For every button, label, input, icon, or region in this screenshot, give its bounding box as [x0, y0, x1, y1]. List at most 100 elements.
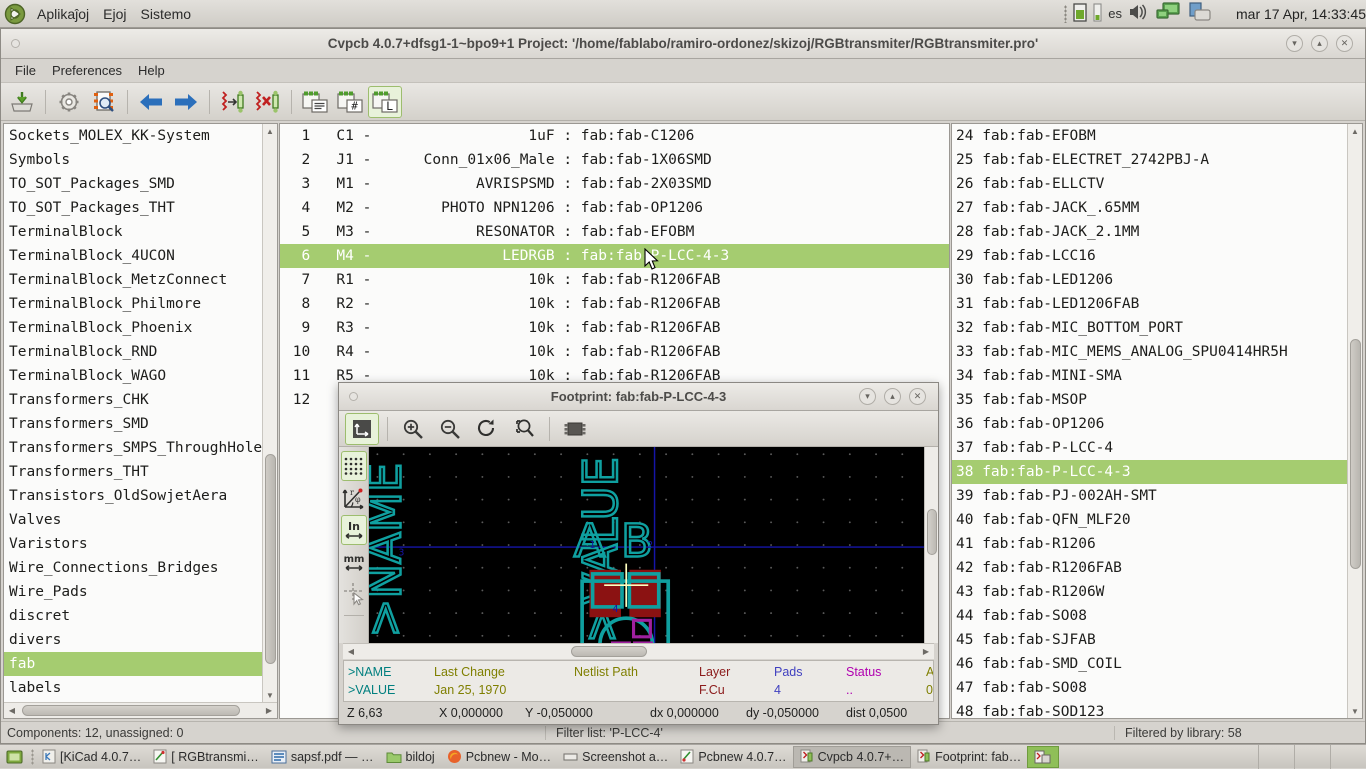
scroll-down-arrow[interactable]: ▼ — [1348, 704, 1363, 718]
close-button[interactable]: ✕ — [1336, 35, 1353, 52]
library-list-item[interactable]: Symbols — [4, 148, 277, 172]
taskbar-item-highlighted[interactable] — [1027, 746, 1059, 768]
component-list-item[interactable]: 3 M1 - AVRISPSMD : fab:fab-2X03SMD — [280, 172, 949, 196]
component-list-item[interactable]: 6 M4 - LEDRGB : fab:fab-P-LCC-4-3 — [280, 244, 949, 268]
library-list-item[interactable]: Wire_Pads — [4, 580, 277, 604]
library-list-item[interactable]: TO_SOT_Packages_THT — [4, 196, 277, 220]
scroll-right-arrow[interactable]: ▶ — [261, 706, 277, 715]
show-desktop-button[interactable] — [0, 746, 29, 768]
taskbar-item-pcbnew[interactable]: Pcbnew 4.0.7… — [674, 746, 792, 768]
taskbar-item-sapsf-pdf[interactable]: sapsf.pdf — … — [265, 746, 380, 768]
library-list-item[interactable]: TerminalBlock_MetzConnect — [4, 268, 277, 292]
library-list-item[interactable]: labels — [4, 676, 277, 700]
filter-by-pincount-button[interactable]: # — [333, 86, 367, 118]
fit-to-page-button[interactable] — [345, 413, 379, 445]
library-list-item[interactable]: Varistors — [4, 532, 277, 556]
footprint-list-item[interactable]: 28 fab:fab-JACK_2.1MM — [952, 220, 1362, 244]
scroll-down-arrow[interactable]: ▼ — [263, 688, 278, 702]
footprint-list-item[interactable]: 40 fab:fab-QFN_MLF20 — [952, 508, 1362, 532]
delete-associations-button[interactable] — [251, 86, 285, 118]
footprint-list-item[interactable]: 33 fab:fab-MIC_MEMS_ANALOG_SPU0414HR5H — [952, 340, 1362, 364]
footprint-list-item[interactable]: 27 fab:fab-JACK_.65MM — [952, 196, 1362, 220]
component-list-item[interactable]: 1 C1 - 1uF : fab:fab-C1206 — [280, 124, 949, 148]
library-list-item[interactable]: discret — [4, 604, 277, 628]
toggle-grid-button[interactable] — [341, 451, 367, 481]
library-list-item[interactable]: TerminalBlock_4UCON — [4, 244, 277, 268]
footprint-list-item[interactable]: 24 fab:fab-EFOBM — [952, 124, 1362, 148]
volume-icon[interactable] — [1128, 3, 1150, 24]
taskbar-item-cvpcb[interactable]: Cvpcb 4.0.7+… — [793, 746, 912, 768]
library-list-item[interactable]: TO_SOT_Packages_SMD — [4, 172, 277, 196]
dialog-minimize-button[interactable]: ▾ — [859, 388, 876, 405]
footprint-list-item[interactable]: 43 fab:fab-R1206W — [952, 580, 1362, 604]
footprint-list-item[interactable]: 37 fab:fab-P-LCC-4 — [952, 436, 1362, 460]
units-inch-button[interactable]: In — [341, 515, 367, 545]
library-list-item[interactable]: TerminalBlock_WAGO — [4, 364, 277, 388]
zoom-to-selection-button[interactable] — [507, 413, 541, 445]
taskbar-item-kicad[interactable]: [KiCad 4.0.7… — [36, 746, 147, 768]
network-icon[interactable] — [1156, 2, 1182, 25]
keyboard-layout-indicator[interactable]: es — [1108, 6, 1122, 21]
canvas-scroll-right-arrow[interactable]: ▶ — [918, 647, 934, 656]
save-netlist-button[interactable] — [5, 86, 39, 118]
footprint-list-item[interactable]: 45 fab:fab-SJFAB — [952, 628, 1362, 652]
footprint-list-item[interactable]: 46 fab:fab-SMD_COIL — [952, 652, 1362, 676]
library-list-item[interactable]: fab — [4, 652, 277, 676]
footprint-list-item[interactable]: 36 fab:fab-OP1206 — [952, 412, 1362, 436]
footprint-list-vscrollbar[interactable]: ▲ ▼ — [1347, 124, 1362, 718]
footprint-list-item[interactable]: 26 fab:fab-ELLCTV — [952, 172, 1362, 196]
battery-icon[interactable] — [1073, 2, 1087, 25]
dialog-menu-dot[interactable] — [349, 392, 358, 401]
polar-coords-button[interactable]: r φ — [341, 483, 367, 513]
footprint-list-item[interactable]: 48 fab:fab-SOD123 — [952, 700, 1362, 718]
taskbar-item-screenshot[interactable]: Screenshot a… — [557, 746, 674, 768]
configure-paths-button[interactable] — [52, 86, 86, 118]
library-list-item[interactable]: Transformers_SMPS_ThroughHole — [4, 436, 277, 460]
scroll-up-arrow[interactable]: ▲ — [263, 124, 278, 138]
footprint-list-item[interactable]: 34 fab:fab-MINI-SMA — [952, 364, 1362, 388]
library-list-item[interactable]: divers — [4, 628, 277, 652]
footprint-list-item[interactable]: 31 fab:fab-LED1206FAB — [952, 292, 1362, 316]
library-list-item[interactable]: Wire_Connections_Bridges — [4, 556, 277, 580]
footprint-canvas[interactable]: >NAME >VALUE — [369, 447, 938, 643]
library-list-item[interactable]: Sockets_MOLEX_KK-System — [4, 124, 277, 148]
component-list-item[interactable]: 7 R1 - 10k : fab:fab-R1206FAB — [280, 268, 949, 292]
footprint-scroll-thumb[interactable] — [1350, 339, 1361, 569]
battery-secondary-icon[interactable] — [1093, 2, 1102, 25]
scroll-up-arrow[interactable]: ▲ — [1348, 124, 1363, 138]
library-list-vscrollbar[interactable]: ▲ ▼ — [262, 124, 277, 702]
component-list-item[interactable]: 2 J1 - Conn_01x06_Male : fab:fab-1X06SMD — [280, 148, 949, 172]
library-list-item[interactable]: TerminalBlock_RND — [4, 340, 277, 364]
zoom-out-button[interactable] — [433, 413, 467, 445]
footprint-list-item[interactable]: 25 fab:fab-ELECTRET_2742PBJ-A — [952, 148, 1362, 172]
printer-icon[interactable] — [1188, 2, 1212, 25]
dialog-close-button[interactable]: ✕ — [909, 388, 926, 405]
footprint-list-item[interactable]: 38 fab:fab-P-LCC-4-3 — [952, 460, 1362, 484]
show-pads-button[interactable] — [558, 413, 592, 445]
panel-menu-applications[interactable]: Aplikaĵoj — [30, 0, 96, 28]
menu-file[interactable]: File — [7, 61, 44, 80]
library-list-item[interactable]: Transformers_CHK — [4, 388, 277, 412]
taskbar-workspace-3[interactable] — [1330, 745, 1366, 769]
clock[interactable]: mar 17 Apr, 14:33:45 — [1222, 6, 1366, 22]
footprint-list-item[interactable]: 47 fab:fab-SO08 — [952, 676, 1362, 700]
units-mm-button[interactable]: mm — [341, 547, 367, 577]
filter-by-keyword-button[interactable] — [298, 86, 332, 118]
redraw-button[interactable] — [470, 413, 504, 445]
component-list-item[interactable]: 4 M2 - PHOTO NPN1206 : fab:fab-OP1206 — [280, 196, 949, 220]
library-list-item[interactable]: Transformers_SMD — [4, 412, 277, 436]
menu-help[interactable]: Help — [130, 61, 173, 80]
window-menu-dot[interactable] — [11, 39, 20, 48]
zoom-in-button[interactable] — [396, 413, 430, 445]
footprint-list-item[interactable]: 32 fab:fab-MIC_BOTTOM_PORT — [952, 316, 1362, 340]
canvas-vscroll-thumb[interactable] — [927, 509, 937, 555]
library-list-hscrollbar[interactable]: ◀ ▶ — [4, 702, 277, 718]
taskbar-workspace-1[interactable] — [1258, 745, 1294, 769]
canvas-scroll-left-arrow[interactable]: ◀ — [343, 647, 359, 656]
footprint-list-item[interactable]: 35 fab:fab-MSOP — [952, 388, 1362, 412]
dialog-maximize-button[interactable]: ▴ — [884, 388, 901, 405]
footprint-list-item[interactable]: 29 fab:fab-LCC16 — [952, 244, 1362, 268]
component-list-item[interactable]: 8 R2 - 10k : fab:fab-R1206FAB — [280, 292, 949, 316]
maximize-button[interactable]: ▴ — [1311, 35, 1328, 52]
menu-preferences[interactable]: Preferences — [44, 61, 130, 80]
